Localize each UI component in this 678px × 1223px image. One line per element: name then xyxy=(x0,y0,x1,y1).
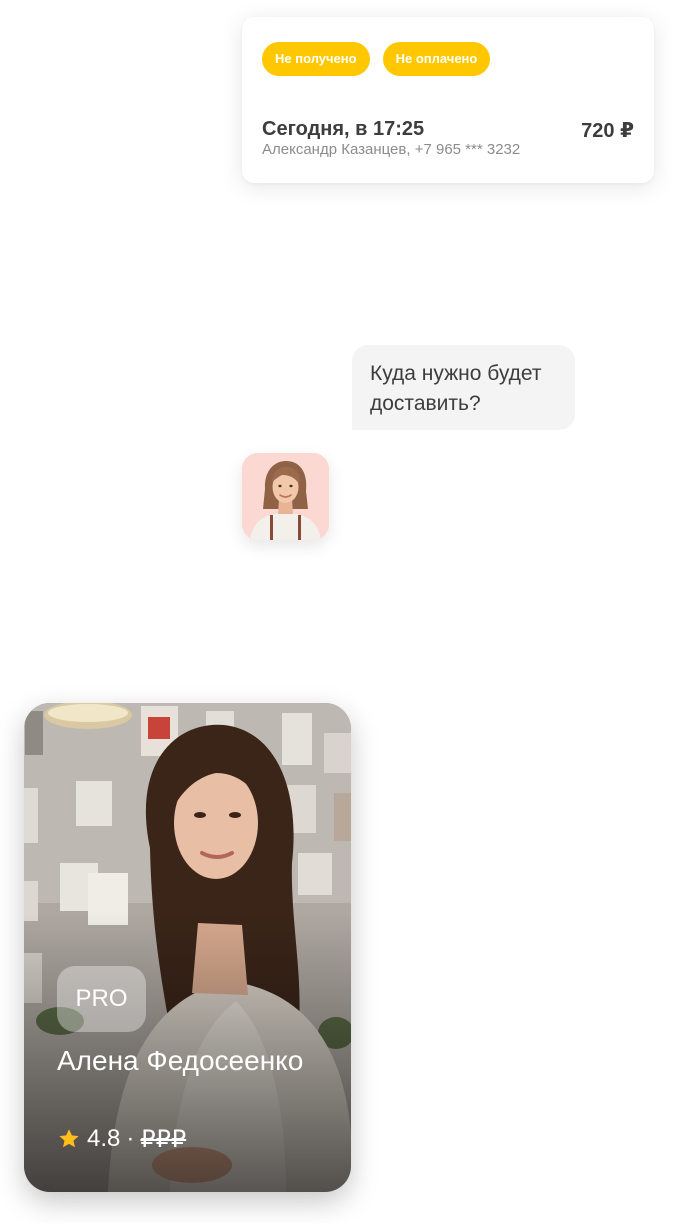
chat-avatar-photo xyxy=(242,453,329,540)
master-meta: 4.8 · ₽₽₽ xyxy=(57,1124,186,1154)
master-name: Алена Федосеенко xyxy=(57,1045,304,1076)
master-card[interactable]: PRO Алена Федосеенко 4.8 · ₽₽₽ xyxy=(24,703,351,1192)
status-badge-not-paid: Не оплачено xyxy=(382,42,491,76)
chat-message-bubble: Куда нужно будет доставить? xyxy=(352,345,575,430)
star-icon xyxy=(59,1129,79,1148)
order-customer: Александр Казанцев, +7 965 *** 3232 xyxy=(262,141,521,158)
pro-badge: PRO xyxy=(57,966,146,1032)
chat-message-text: Куда нужно будет доставить? xyxy=(370,362,542,415)
status-badge-not-received: Не получено xyxy=(262,42,370,76)
meta-separator: · xyxy=(126,1125,135,1152)
order-datetime: Сегодня, в 17:25 xyxy=(262,118,425,140)
order-card[interactable]: Не получено Не оплачено Сегодня, в 17:25… xyxy=(242,17,654,183)
price-level: ₽₽₽ xyxy=(140,1125,187,1153)
rating-value: 4.8 xyxy=(87,1125,121,1152)
order-price: 720 ₽ xyxy=(581,120,634,142)
chat-avatar xyxy=(242,453,329,540)
order-status-badges: Не получено Не оплачено xyxy=(262,42,491,76)
